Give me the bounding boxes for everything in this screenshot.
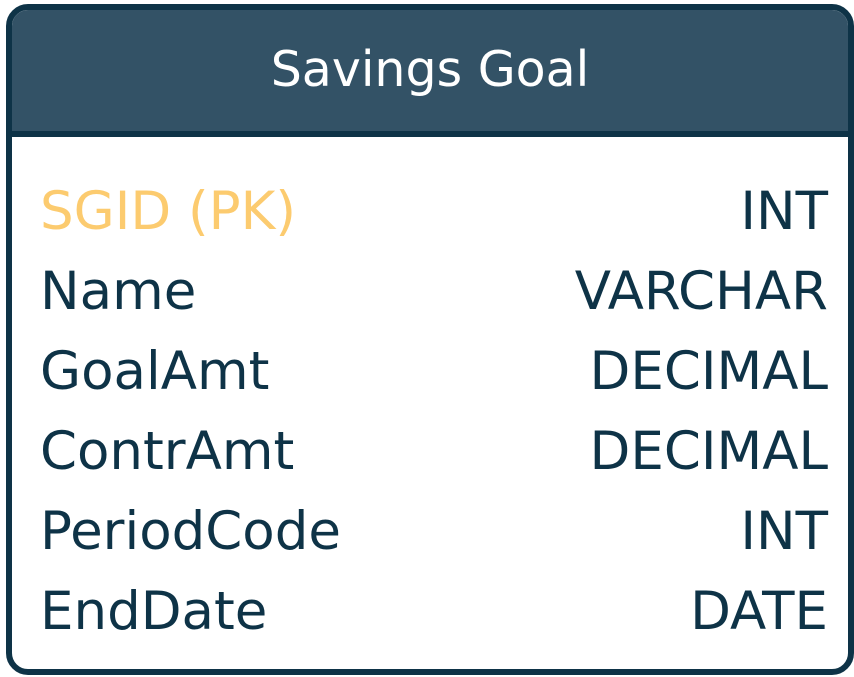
field-type: DATE — [690, 580, 828, 642]
field-name: ContrAmt — [40, 420, 295, 482]
field-row-name: Name VARCHAR — [12, 251, 848, 331]
field-row-goalamt: GoalAmt DECIMAL — [12, 331, 848, 411]
field-type: VARCHAR — [574, 260, 828, 322]
field-name: Name — [40, 260, 197, 322]
field-type: INT — [740, 180, 828, 242]
entity-title: Savings Goal — [270, 41, 590, 98]
field-row-contramt: ContrAmt DECIMAL — [12, 411, 848, 491]
field-name: SGID (PK) — [40, 180, 297, 242]
field-name: EndDate — [40, 580, 268, 642]
field-type: DECIMAL — [589, 340, 828, 402]
field-type: DECIMAL — [589, 420, 828, 482]
entity-field-list: SGID (PK) INT Name VARCHAR GoalAmt DECIM… — [12, 137, 848, 651]
entity-header: Savings Goal — [12, 10, 848, 137]
field-row-enddate: EndDate DATE — [12, 571, 848, 651]
entity-table-savings-goal: Savings Goal SGID (PK) INT Name VARCHAR … — [6, 4, 854, 675]
field-row-sgid: SGID (PK) INT — [12, 171, 848, 251]
field-row-periodcode: PeriodCode INT — [12, 491, 848, 571]
field-name: GoalAmt — [40, 340, 270, 402]
field-name: PeriodCode — [40, 500, 341, 562]
field-type: INT — [740, 500, 828, 562]
